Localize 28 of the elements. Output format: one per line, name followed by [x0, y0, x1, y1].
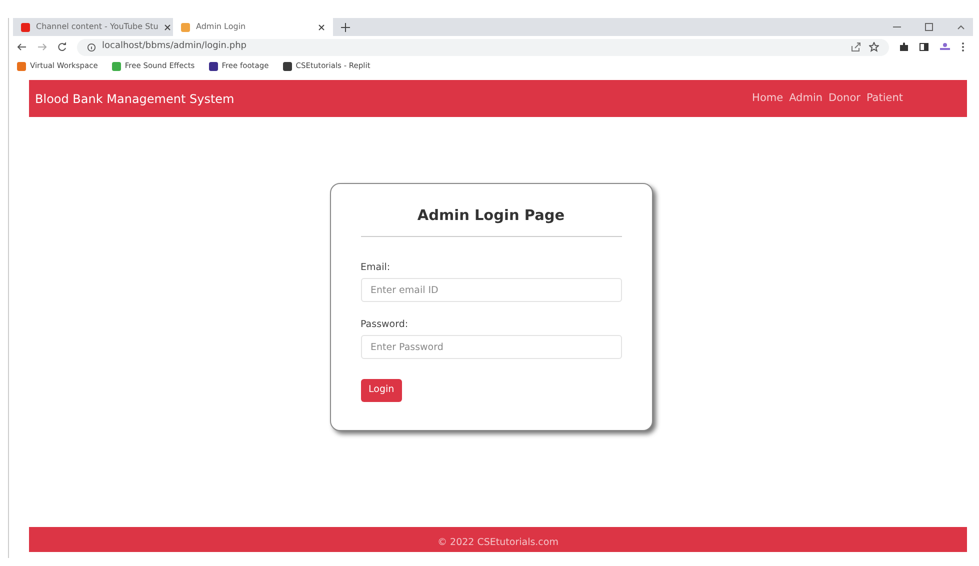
reload-icon[interactable]: [57, 42, 67, 52]
close-icon[interactable]: [318, 24, 325, 30]
input-field[interactable]: Enter Password: [360, 335, 622, 360]
login-button[interactable]: Login: [360, 379, 402, 402]
close-icon[interactable]: [164, 24, 172, 30]
address-bar[interactable]: localhost/bbms/admin/login.php: [77, 38, 889, 56]
login-title: Admin Login Page: [360, 206, 622, 237]
nav-link[interactable]: Donor: [828, 90, 860, 106]
maximize-icon[interactable]: [925, 23, 933, 31]
star-icon[interactable]: [869, 42, 879, 52]
field-label: Email:: [360, 260, 392, 275]
copyright-text: © 2022 CSEtutorials.com: [438, 536, 558, 550]
new-tab-icon[interactable]: [341, 22, 350, 32]
field-label: Password:: [360, 318, 410, 332]
profile-icon[interactable]: [939, 42, 951, 52]
menu-icon[interactable]: [961, 42, 965, 52]
chevron-up-icon[interactable]: [957, 23, 965, 31]
nav-link[interactable]: Home: [752, 90, 784, 106]
browser-tab[interactable]: Admin Login: [173, 18, 333, 36]
nav-link[interactable]: Patient: [866, 90, 903, 106]
sidebar-icon[interactable]: [919, 42, 929, 52]
info-icon[interactable]: [87, 42, 96, 52]
url-text: localhost/bbms/admin/login.php: [102, 40, 246, 54]
brand[interactable]: Blood Bank Management System: [35, 90, 234, 108]
share-icon[interactable]: [851, 42, 861, 52]
input-field[interactable]: Enter email ID: [360, 278, 622, 302]
nav-link[interactable]: Admin: [789, 90, 823, 106]
back-icon[interactable]: [17, 42, 27, 52]
